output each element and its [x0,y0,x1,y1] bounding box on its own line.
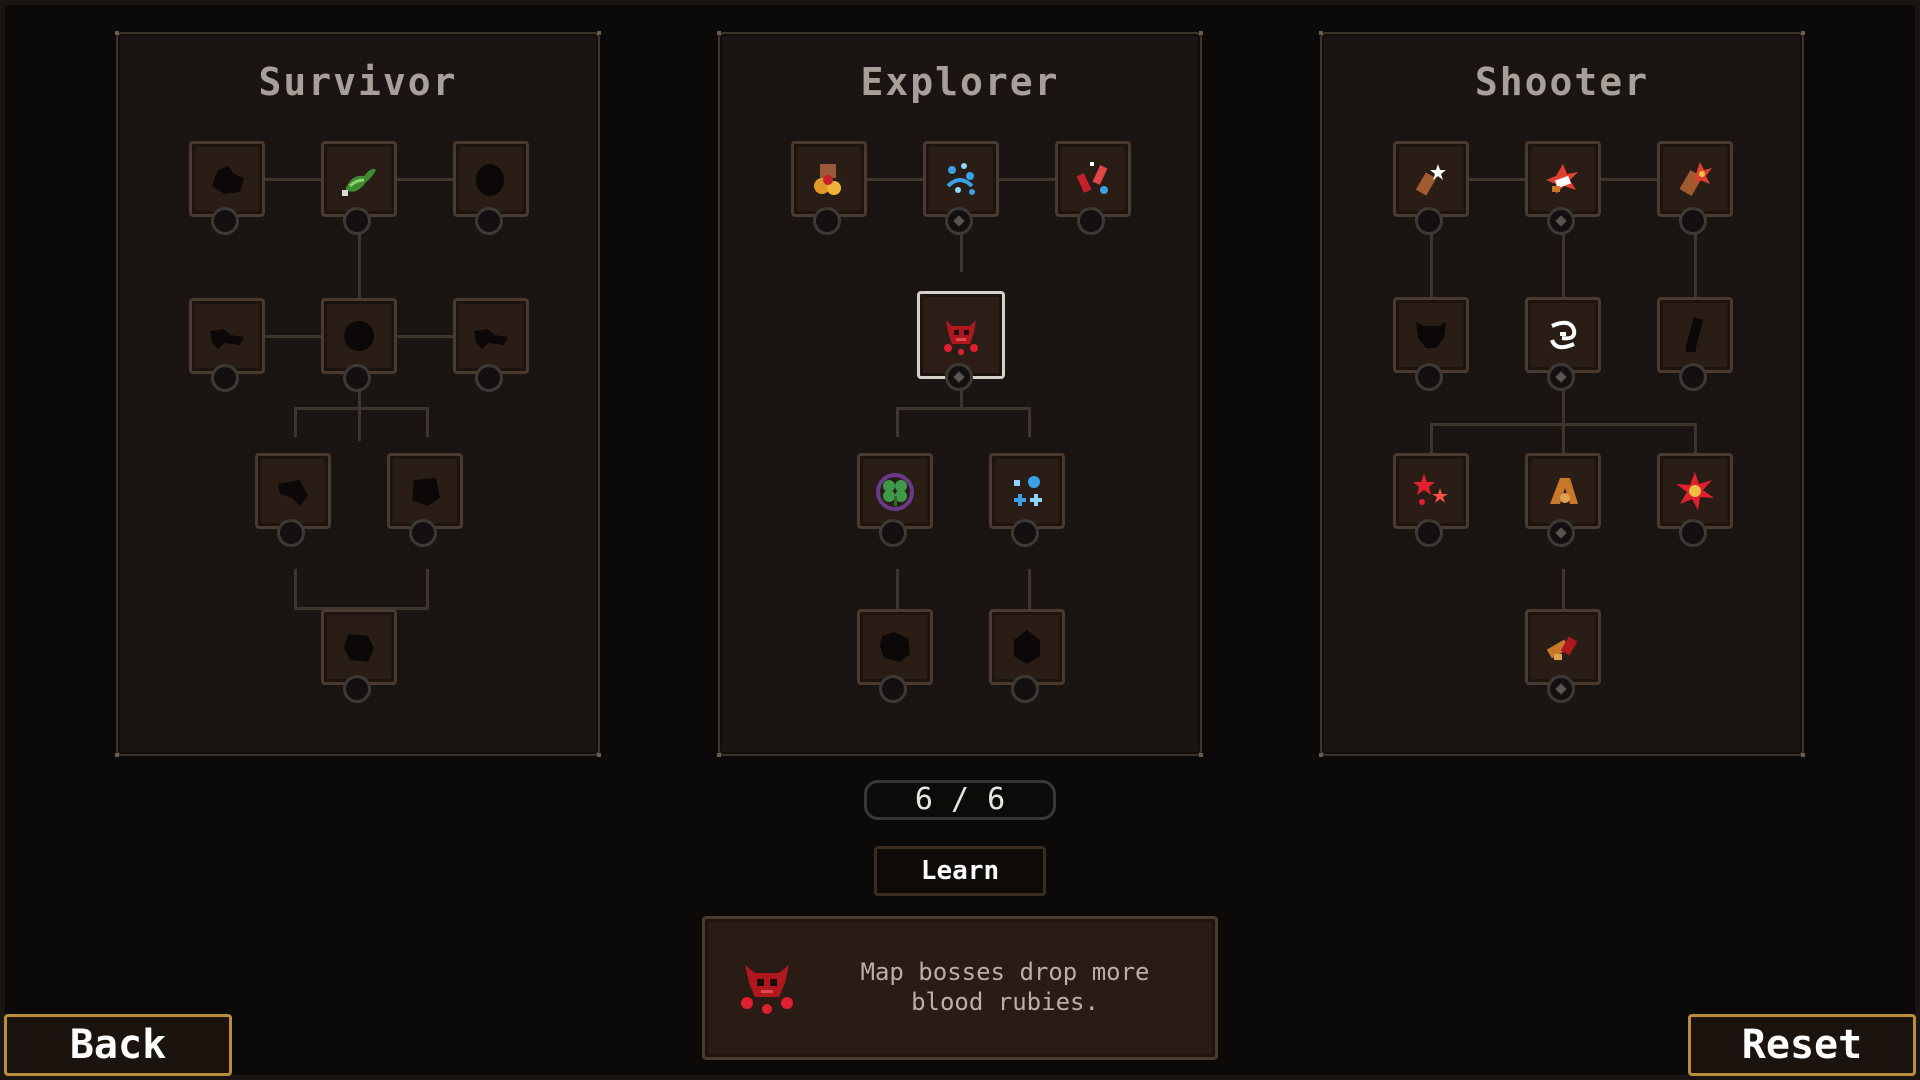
blue-gems-skill-icon [989,453,1065,529]
survivor-panel: Survivor [115,31,601,757]
locked-skill-icon [453,298,529,374]
shooter-title: Shooter [1474,60,1650,104]
locked-skill-icon [857,609,933,685]
shooter-node-3[interactable] [1657,141,1733,235]
clover-skill-icon [857,453,933,529]
fire-bullet-skill-icon [1657,141,1733,217]
bullet-spark-skill-icon [1393,141,1469,217]
red-sparks-skill-icon [1393,453,1469,529]
explorer-node-7[interactable] [857,609,933,703]
whirl-skill-icon [1525,297,1601,373]
learn-button[interactable]: Learn [874,846,1046,896]
survivor-node-2[interactable] [321,141,397,235]
skill-description-panel: Map bosses drop more blood rubies. [702,916,1218,1060]
coins-skill-icon [791,141,867,217]
survivor-node-7[interactable] [255,453,331,547]
locked-skill-icon [321,609,397,685]
shooter-node-7[interactable] [1393,453,1469,547]
locked-skill-icon [1393,297,1469,373]
locked-skill-icon [321,298,397,374]
potions-skill-icon [1055,141,1131,217]
survivor-node-3[interactable] [453,141,529,235]
locked-skill-icon [453,141,529,217]
locked-skill-icon [387,453,463,529]
survivor-node-9[interactable] [321,609,397,703]
shooter-panel: Shooter [1319,31,1805,757]
explorer-panel: Explorer [717,31,1203,757]
serpent-skill-icon [321,141,397,217]
survivor-node-8[interactable] [387,453,463,547]
shooter-node-5[interactable] [1525,297,1601,391]
shooter-node-4[interactable] [1393,297,1469,391]
explorer-node-3[interactable] [1055,141,1131,235]
explorer-node-2[interactable] [923,141,999,235]
explorer-node-1[interactable] [791,141,867,235]
locked-skill-icon [255,453,331,529]
back-button[interactable]: Back [4,1014,232,1076]
ricochet-skill-icon [1525,453,1601,529]
survivor-node-5[interactable] [321,298,397,392]
shooter-node-8[interactable] [1525,453,1601,547]
shooter-node-6[interactable] [1657,297,1733,391]
demon-skull-icon [735,959,799,1019]
shooter-node-10[interactable] [1525,609,1601,703]
explorer-node-6[interactable] [989,453,1065,547]
skill-points-counter: 6 / 6 [864,780,1056,820]
locked-skill-icon [1657,297,1733,373]
skill-description-text: Map bosses drop more blood rubies. [860,958,1150,1016]
explorer-node-4-selected[interactable] [917,291,1005,391]
explorer-node-5[interactable] [857,453,933,547]
demon-skull-skill-icon [923,297,999,373]
water-droplets-skill-icon [923,141,999,217]
shell-casing-skill-icon [1525,609,1601,685]
reset-button[interactable]: Reset [1688,1014,1916,1076]
burst-skill-icon [1657,453,1733,529]
survivor-title: Survivor [258,60,458,104]
locked-skill-icon [189,298,265,374]
shooter-node-1[interactable] [1393,141,1469,235]
survivor-node-1[interactable] [189,141,265,235]
explosion-bullet-skill-icon [1525,141,1601,217]
locked-skill-icon [189,141,265,217]
shooter-node-9[interactable] [1657,453,1733,547]
survivor-node-4[interactable] [189,298,265,392]
explorer-node-8[interactable] [989,609,1065,703]
shooter-node-2[interactable] [1525,141,1601,235]
survivor-node-6[interactable] [453,298,529,392]
explorer-title: Explorer [860,60,1060,104]
locked-skill-icon [989,609,1065,685]
